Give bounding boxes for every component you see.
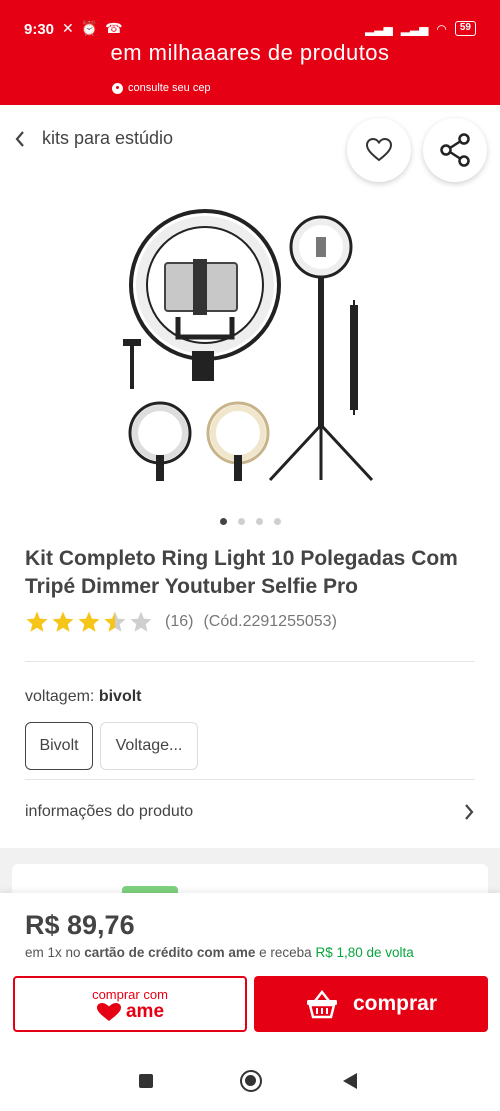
back-chevron-icon[interactable] xyxy=(14,130,26,148)
voltage-option-bivolt[interactable]: Bivolt xyxy=(25,722,93,770)
product-code: (Cód.2291255053) xyxy=(203,613,337,630)
carousel-dot[interactable] xyxy=(255,518,263,525)
breadcrumb-label: kits para estúdio xyxy=(42,128,174,148)
rating-row: (16) (Cód.2291255053) xyxy=(25,610,337,634)
ame-logo-text: ame xyxy=(125,1000,165,1022)
product-image[interactable] xyxy=(110,205,390,495)
divider xyxy=(25,661,475,662)
buy-with-ame-button[interactable]: comprar com ame xyxy=(13,976,247,1032)
divider xyxy=(25,779,475,780)
share-button[interactable] xyxy=(423,118,487,182)
installment-prefix: em 1x no xyxy=(25,945,81,960)
buy-button-label: comprar xyxy=(352,992,438,1015)
recents-icon[interactable] xyxy=(139,1074,153,1088)
favorite-button[interactable] xyxy=(347,118,411,182)
installment-middle: e receba xyxy=(259,945,312,960)
ring-light-kit-image xyxy=(123,209,374,482)
voltage-label: voltagem: bivolt xyxy=(25,688,142,706)
share-icon xyxy=(440,133,470,167)
chevron-right-icon xyxy=(465,804,474,820)
product-title: Kit Completo Ring Light 10 Polegadas Com… xyxy=(25,547,458,598)
review-count[interactable]: (16) xyxy=(165,613,193,631)
signal-icon: ▂▃▅ xyxy=(365,21,393,36)
image-carousel-dots xyxy=(0,518,500,525)
product-info-row[interactable]: informações do produto xyxy=(25,803,475,821)
whatsapp-icon: ☎ xyxy=(105,20,123,36)
basket-icon xyxy=(306,989,337,1019)
heart-icon xyxy=(365,137,393,162)
cep-link-label: consulte seu cep xyxy=(128,82,211,94)
breadcrumb[interactable]: kits para estúdio xyxy=(14,128,173,149)
product-info-label: informações do produto xyxy=(25,803,194,820)
status-bar: 9:30 ✕ ⏰ ☎ ▂▃▅ ▂▃▅ ◠ 59 xyxy=(0,0,500,40)
battery-icon: 59 xyxy=(454,21,476,36)
carousel-dot[interactable] xyxy=(273,518,281,525)
buy-button[interactable]: comprar xyxy=(254,976,488,1032)
stars-icon xyxy=(26,611,152,632)
ame-logo: ame xyxy=(96,1000,165,1022)
home-icon[interactable] xyxy=(240,1070,262,1092)
signal-icon-2: ▂▃▅ xyxy=(400,21,429,36)
carousel-dot[interactable] xyxy=(237,518,245,525)
installment-info: em 1x no cartão de crédito com ame e rec… xyxy=(25,945,414,960)
cashback-value: R$ 1,80 de volta xyxy=(315,945,414,960)
voltage-option-other[interactable]: Voltage... xyxy=(100,722,198,770)
ame-button-label: comprar com xyxy=(92,986,168,1002)
top-header: 9:30 ✕ ⏰ ☎ ▂▃▅ ▂▃▅ ◠ 59 em milhaaares de… xyxy=(0,0,500,105)
notification-icons: ✕ ⏰ ☎ xyxy=(62,20,123,37)
cep-link[interactable]: consulte seu cep xyxy=(112,82,211,94)
wifi-icon: ◠ xyxy=(436,21,447,36)
ame-heart-icon xyxy=(96,1002,121,1021)
voltage-label-text: voltagem: xyxy=(25,688,95,705)
price: R$ 89,76 xyxy=(25,910,135,940)
header-headline: em milhaaares de produtos xyxy=(110,40,390,65)
carousel-dot[interactable] xyxy=(219,518,227,525)
status-time: 9:30 xyxy=(24,21,55,38)
system-icons: ▂▃▅ ▂▃▅ ◠ 59 xyxy=(365,21,476,36)
location-pin-icon xyxy=(112,82,123,94)
mute-icon: ✕ xyxy=(62,20,74,36)
star-rating[interactable] xyxy=(25,610,155,634)
alarm-icon: ⏰ xyxy=(80,20,99,36)
voltage-selected-value: bivolt xyxy=(98,688,142,705)
installment-card: cartão de crédito com ame xyxy=(84,945,256,960)
back-icon[interactable] xyxy=(343,1073,357,1089)
